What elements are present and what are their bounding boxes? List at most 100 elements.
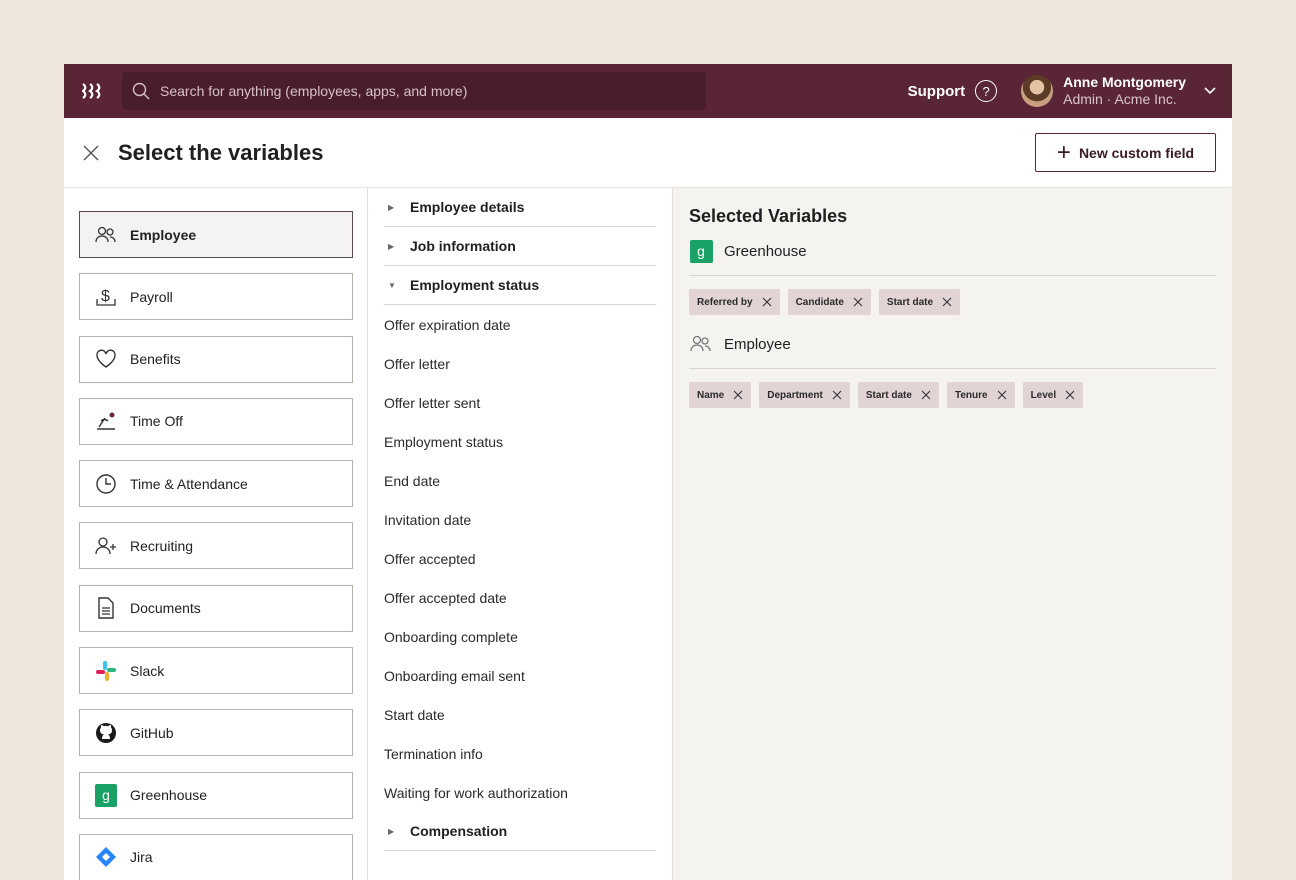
- chip-list-employee: Name Department Start date Tenure Level: [689, 369, 1216, 425]
- list-item[interactable]: Employment status: [384, 422, 656, 461]
- chip-label: Candidate: [795, 296, 844, 308]
- user-name: Anne Montgomery: [1063, 74, 1186, 90]
- person-add-icon: [95, 535, 117, 557]
- variable-list: ▶ Employee details ▶ Job information ▼ E…: [368, 188, 673, 880]
- section-employment-status[interactable]: ▼ Employment status: [384, 266, 656, 305]
- section-employee-details[interactable]: ▶ Employee details: [384, 188, 656, 227]
- people-icon: [95, 224, 117, 246]
- variable-chip[interactable]: Department: [759, 382, 850, 408]
- list-item[interactable]: End date: [384, 461, 656, 500]
- support-label: Support: [907, 82, 966, 100]
- section-label: Compensation: [410, 823, 508, 839]
- support-button[interactable]: Support ?: [908, 80, 998, 102]
- close-icon[interactable]: [921, 390, 931, 400]
- avatar[interactable]: [1021, 75, 1054, 107]
- list-item[interactable]: Offer accepted: [384, 539, 656, 578]
- source-label: Greenhouse: [724, 242, 807, 260]
- list-item[interactable]: Start date: [384, 695, 656, 734]
- close-icon[interactable]: [997, 390, 1007, 400]
- section-label: Employment status: [410, 277, 540, 293]
- category-time-attendance[interactable]: Time & Attendance: [79, 460, 353, 508]
- document-icon: [95, 597, 117, 619]
- category-employee[interactable]: Employee: [79, 211, 353, 258]
- variable-chip[interactable]: Start date: [857, 382, 939, 408]
- clock-icon: [95, 473, 117, 495]
- close-icon[interactable]: [762, 297, 772, 307]
- new-custom-field-label: New custom field: [1078, 144, 1195, 161]
- category-github[interactable]: GitHub: [79, 709, 353, 757]
- section-job-information[interactable]: ▶ Job information: [384, 227, 656, 266]
- close-icon[interactable]: [1065, 390, 1075, 400]
- svg-text:$: $: [101, 288, 110, 305]
- category-label: Slack: [130, 662, 165, 679]
- people-icon: [689, 332, 713, 356]
- chevron-down-icon[interactable]: [1204, 87, 1216, 95]
- list-item[interactable]: Offer expiration date: [384, 305, 656, 344]
- variable-chip[interactable]: Candidate: [787, 289, 871, 315]
- category-payroll[interactable]: $ Payroll: [79, 273, 353, 321]
- variable-chip[interactable]: Tenure: [946, 382, 1015, 408]
- global-search-input[interactable]: Search for anything (employees, apps, an…: [122, 72, 706, 110]
- section-compensation[interactable]: ▶ Compensation: [384, 812, 656, 851]
- category-label: Jira: [130, 849, 153, 866]
- category-time-off[interactable]: Time Off: [79, 397, 353, 445]
- top-navigation-bar: Search for anything (employees, apps, an…: [64, 64, 1232, 118]
- caret-right-icon: ▶: [388, 826, 395, 836]
- beach-icon: [95, 410, 117, 432]
- list-item[interactable]: Invitation date: [384, 500, 656, 539]
- chip-label: Department: [767, 389, 823, 401]
- category-label: Time & Attendance: [130, 475, 248, 492]
- github-icon: [95, 722, 117, 744]
- help-circle-icon: ?: [975, 80, 998, 102]
- variable-chip[interactable]: Start date: [878, 289, 961, 315]
- source-group-employee: Employee: [689, 332, 1216, 369]
- close-icon[interactable]: [853, 297, 863, 307]
- variable-chip[interactable]: Referred by: [689, 289, 780, 315]
- page-header: Select the variables + New custom field: [64, 118, 1232, 188]
- user-menu[interactable]: Anne Montgomery Admin · Acme Inc.: [1063, 74, 1186, 108]
- list-item[interactable]: Offer letter sent: [384, 383, 656, 422]
- section-label: Employee details: [410, 199, 525, 215]
- category-jira[interactable]: Jira: [79, 833, 353, 880]
- caret-right-icon: ▶: [388, 202, 395, 212]
- close-icon[interactable]: [942, 297, 952, 307]
- category-label: Employee: [130, 226, 197, 243]
- section-label: Job information: [410, 238, 516, 254]
- list-item[interactable]: Termination info: [384, 734, 656, 773]
- chip-label: Start date: [865, 389, 912, 401]
- category-label: Benefits: [130, 351, 181, 368]
- close-icon[interactable]: [832, 390, 842, 400]
- user-role: Admin · Acme Inc.: [1063, 91, 1177, 107]
- new-custom-field-button[interactable]: + New custom field: [1035, 133, 1216, 172]
- source-group-greenhouse: g Greenhouse: [689, 239, 1216, 276]
- category-label: Recruiting: [130, 537, 194, 554]
- category-label: Payroll: [130, 288, 173, 305]
- variable-chip[interactable]: Level: [1022, 382, 1084, 408]
- list-item[interactable]: Offer accepted date: [384, 578, 656, 617]
- page-title: Select the variables: [118, 139, 324, 165]
- selected-variables-title: Selected Variables: [689, 206, 848, 226]
- category-documents[interactable]: Documents: [79, 584, 353, 632]
- list-item[interactable]: Waiting for work authorization: [384, 773, 656, 812]
- category-label: Time Off: [130, 413, 183, 430]
- list-item[interactable]: Onboarding complete: [384, 617, 656, 656]
- close-icon[interactable]: [80, 142, 102, 164]
- list-item[interactable]: Onboarding email sent: [384, 656, 656, 695]
- source-label: Employee: [724, 335, 791, 353]
- category-label: Documents: [130, 600, 201, 617]
- variable-chip[interactable]: Name: [689, 382, 752, 408]
- category-greenhouse[interactable]: g Greenhouse: [79, 771, 353, 819]
- category-recruiting[interactable]: Recruiting: [79, 522, 353, 570]
- list-item[interactable]: Offer letter: [384, 344, 656, 383]
- plus-icon: +: [1056, 138, 1071, 166]
- chip-label: Name: [697, 389, 725, 401]
- selected-variables-panel: Selected Variables g Greenhouse Referred…: [673, 188, 1232, 880]
- greenhouse-icon: g: [95, 783, 117, 807]
- category-slack[interactable]: Slack: [79, 647, 353, 695]
- chip-label: Referred by: [697, 296, 753, 308]
- app-window: Search for anything (employees, apps, an…: [64, 64, 1232, 880]
- rippling-logo[interactable]: [80, 78, 106, 104]
- category-benefits[interactable]: Benefits: [79, 335, 353, 383]
- jira-icon: [95, 846, 117, 868]
- close-icon[interactable]: [733, 390, 743, 400]
